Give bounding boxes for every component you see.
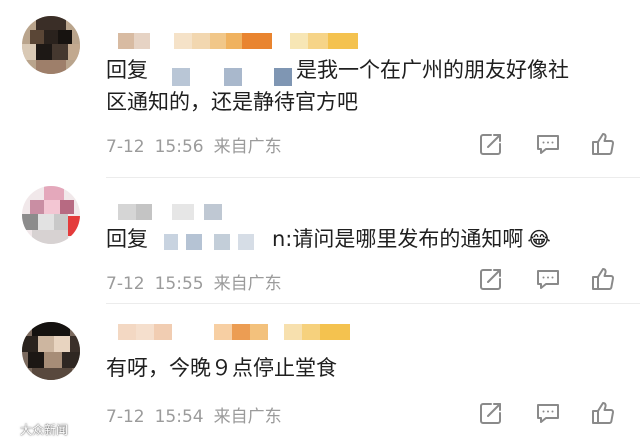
reply-prefix: 回复 [106, 227, 148, 251]
comment-meta: 7-12 15:56 来自广东 [106, 132, 292, 157]
comment-line: n:请问是哪里发布的通知啊 [272, 227, 524, 251]
comment-date: 7-12 [106, 137, 145, 157]
comment-line: 有呀，今晚９点停止堂食 [106, 356, 337, 380]
comment-location: 来自广东 [213, 407, 282, 427]
avatar[interactable] [22, 322, 80, 380]
comment-meta: 7-12 15:55 来自广东 [106, 269, 292, 294]
watermark-text: 大众新闻 [20, 423, 69, 437]
reply-prefix: 回复 [106, 58, 148, 82]
emoji-icon: 😂 [527, 227, 551, 251]
comment-time: 15:54 [154, 407, 204, 427]
comment-item: 回复 是我一个在广州的朋友好像社 区通知的，还是静待官方吧 7-12 15:56 来自… [0, 0, 640, 178]
comment-icon[interactable] [535, 266, 561, 292]
comment-time: 15:56 [154, 137, 204, 157]
thumbs-up-icon[interactable] [590, 400, 616, 426]
comment-location: 来自广东 [213, 274, 282, 294]
comment-location: 来自广东 [213, 137, 282, 157]
comment-meta: 7-12 15:54 来自广东 [106, 402, 292, 427]
share-icon[interactable] [478, 266, 504, 292]
comment-date: 7-12 [106, 274, 145, 294]
thumbs-up-icon[interactable] [590, 266, 616, 292]
username[interactable] [118, 324, 354, 340]
comment-line: 是我一个在广州的朋友好像社 [296, 58, 569, 82]
comment-actions [478, 266, 618, 292]
comment-item: 回复 n:请问是哪里发布的通知啊 😂 7-12 15:55 来自广东 [0, 178, 640, 304]
username[interactable] [118, 33, 358, 49]
comment-time: 15:55 [154, 274, 204, 294]
avatar[interactable] [22, 16, 80, 74]
watermark: 大众新闻 [4, 421, 68, 438]
comment-actions [478, 131, 618, 157]
comment-icon[interactable] [535, 131, 561, 157]
username[interactable] [118, 204, 228, 220]
share-icon[interactable] [478, 400, 504, 426]
comment-line: 区通知的，还是静待官方吧 [106, 90, 358, 114]
comment-icon[interactable] [535, 400, 561, 426]
avatar[interactable] [22, 186, 80, 244]
thumbs-up-icon[interactable] [590, 131, 616, 157]
comment-feed: 回复 是我一个在广州的朋友好像社 区通知的，还是静待官方吧 7-12 15:56 来自… [0, 0, 640, 442]
news-logo-icon [4, 422, 18, 435]
comment-date: 7-12 [106, 407, 145, 427]
redacted-mention [152, 228, 278, 254]
comment-actions [478, 400, 618, 426]
comment-item: 有呀，今晚９点停止堂食 7-12 15:54 来自广东 [0, 304, 640, 442]
share-icon[interactable] [478, 131, 504, 157]
